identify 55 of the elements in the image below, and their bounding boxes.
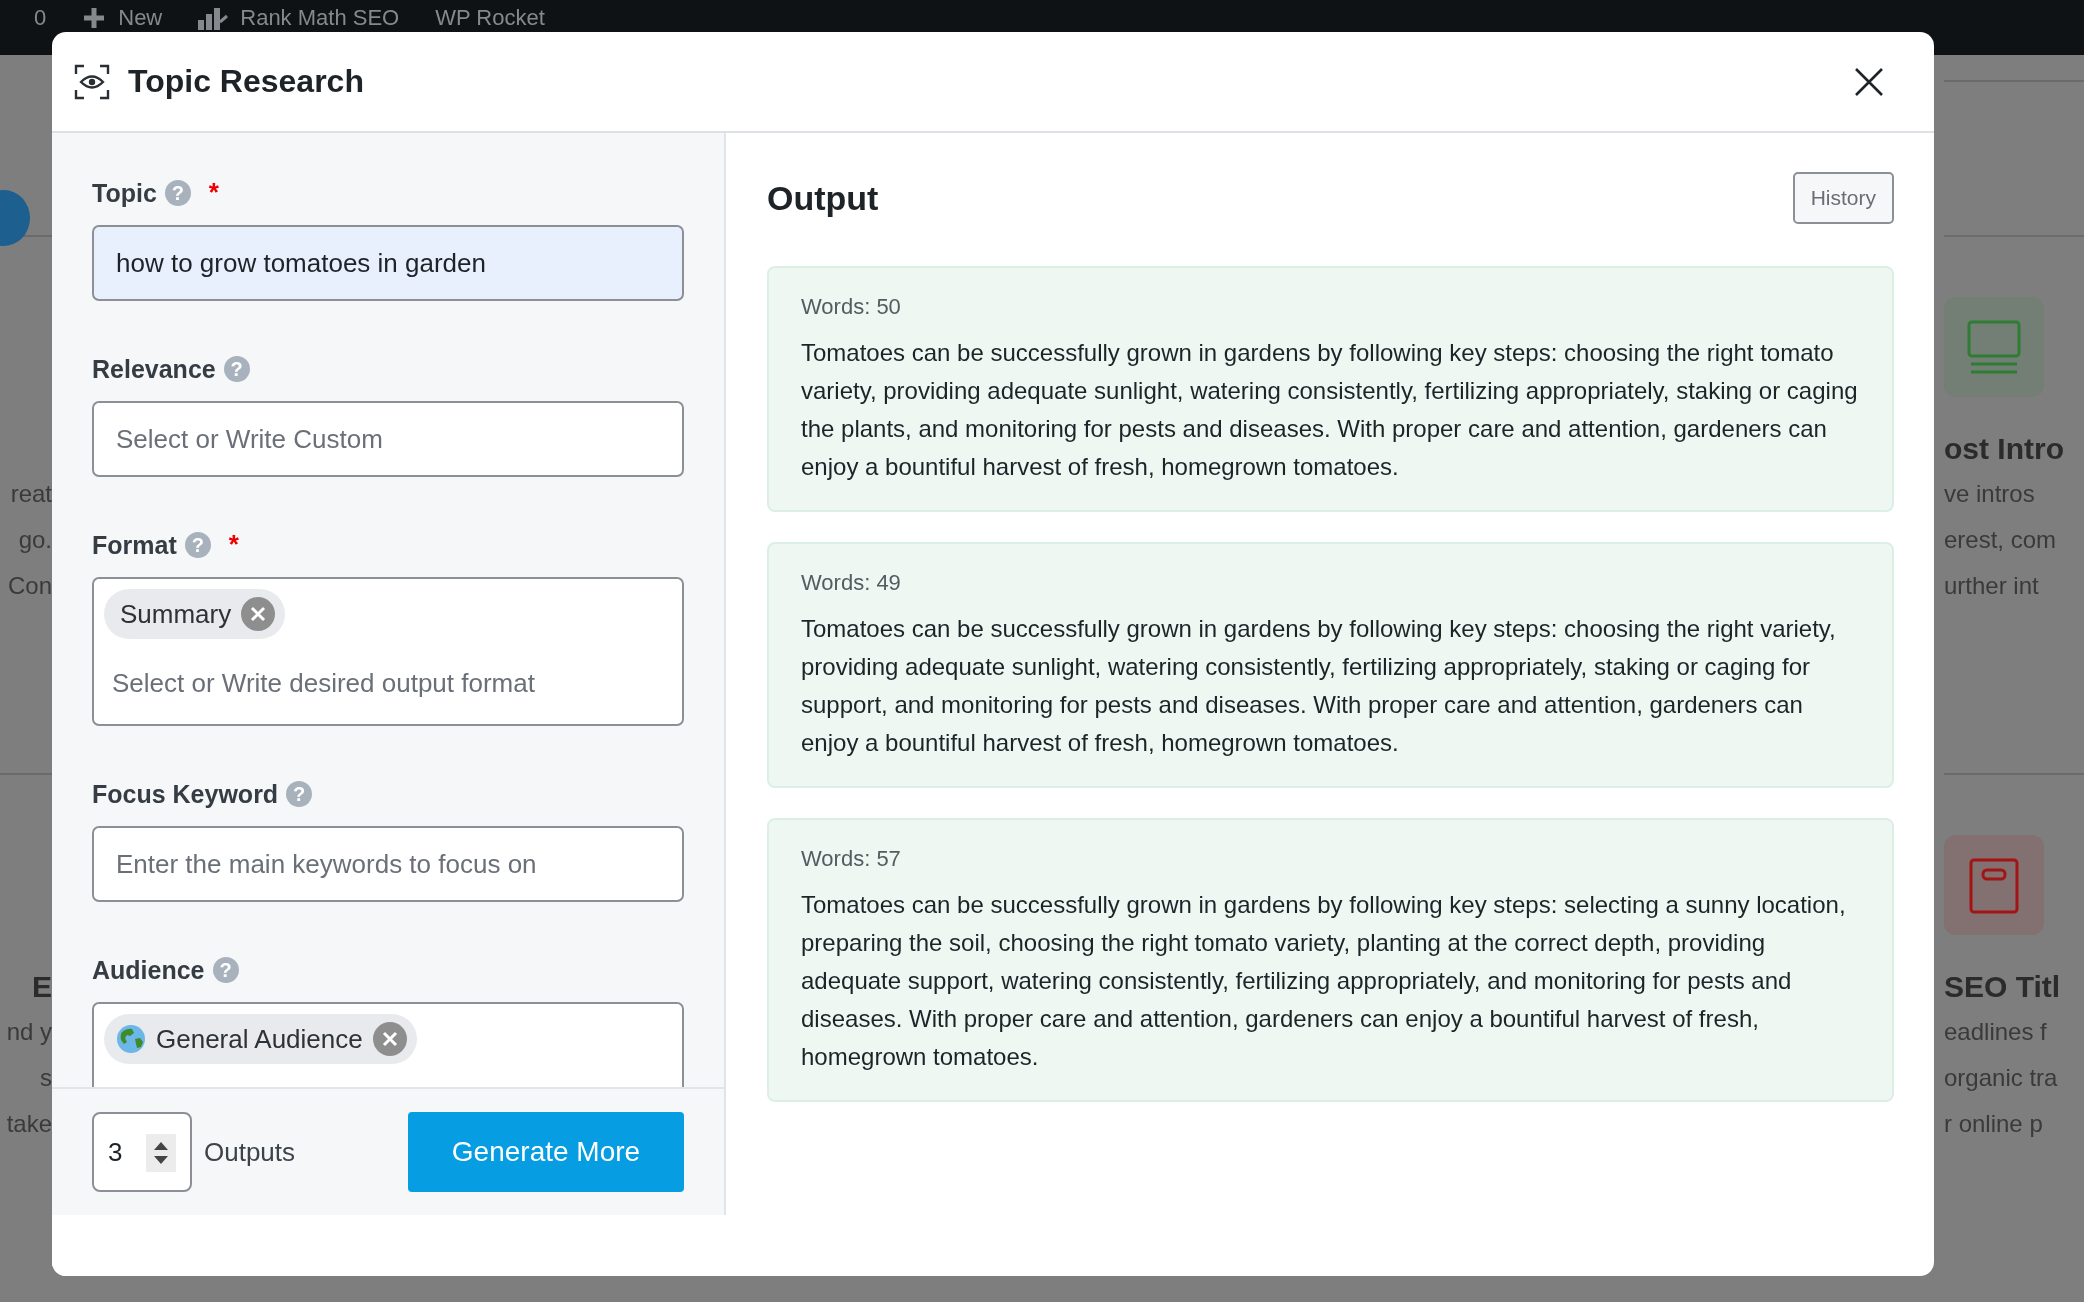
eye-frame-icon xyxy=(74,63,110,100)
tag-field[interactable]: Summary Select or Write desired output format xyxy=(92,577,684,726)
card-title: ost Intro xyxy=(1944,431,2065,467)
card-description: erest, com xyxy=(1944,525,2058,555)
required-mark: * xyxy=(208,182,219,204)
admin-bar-link[interactable]: Rank Math SEO xyxy=(198,5,400,31)
history-button[interactable]: History xyxy=(1792,172,1894,224)
modal-title: Topic Research xyxy=(128,63,365,100)
admin-bar-link[interactable]: New xyxy=(82,5,163,31)
field-label: Audience xyxy=(92,955,205,985)
close-icon xyxy=(381,1031,398,1047)
input-field[interactable]: Select or Write Custom xyxy=(92,401,684,477)
word-count: Words: 50 xyxy=(801,293,902,321)
remove-tag-button[interactable] xyxy=(241,597,276,631)
input-field[interactable]: Enter the main keywords to focus on xyxy=(92,826,684,902)
card-description: go. xyxy=(18,525,52,555)
card-description: nd y xyxy=(6,1017,52,1047)
card-description: ve intros xyxy=(1944,479,2036,509)
close-icon xyxy=(1854,66,1884,97)
output-heading: Output xyxy=(767,178,879,218)
result-text: Tomatoes can be successfully grown in gardens by following key steps: choosing the right tomato variety, providing adequate sunlight, watering consistently, fertilizing appropriately, staking or caging the plants, and monitoring for pests and diseases. With proper care and attention, gardeners can enjoy a bountiful harvest of fresh, homegrown tomatoes. xyxy=(801,338,1859,482)
admin-bar-link[interactable]: WP Rocket xyxy=(435,5,545,31)
tag-field[interactable]: General Audience xyxy=(92,1002,684,1087)
word-count: Words: 49 xyxy=(801,569,902,597)
spinner-icon xyxy=(146,1134,176,1172)
card-description: urther int xyxy=(1944,571,2040,601)
card-title: E xyxy=(32,969,52,1005)
plus-icon xyxy=(82,6,107,30)
word-count: Words: 57 xyxy=(801,845,902,873)
card-description: take xyxy=(6,1109,52,1139)
tag-label: Summary xyxy=(120,598,232,630)
admin-bar-link[interactable]: 0 xyxy=(34,5,47,31)
input-field[interactable]: how to grow tomatoes in garden xyxy=(92,225,684,301)
field-label: Focus Keyword xyxy=(92,779,279,809)
field-label: Relevance xyxy=(92,354,216,384)
tag-input[interactable]: Select or Write desired output format xyxy=(112,663,652,703)
outputs-label: Outputs xyxy=(204,1136,297,1168)
card-description: eadlines f xyxy=(1944,1017,2048,1047)
generate-more-button[interactable]: Generate More xyxy=(408,1112,684,1192)
field-label: Format xyxy=(92,530,177,560)
card-title: SEO Titl xyxy=(1944,969,2062,1005)
bar-chart-icon xyxy=(198,6,229,30)
result-text: Tomatoes can be successfully grown in gardens by following key steps: choosing the right variety, providing adequate sunlight, watering consistently, fertilizing appropriately, staking or caging for support, and monitoring for pests and diseases. With proper care and attention, gardeners can enjoy a bountiful harvest of fresh, homegrown tomatoes. xyxy=(801,614,1837,758)
globe-icon xyxy=(116,1024,146,1054)
result-text: Tomatoes can be successfully grown in gardens by following key steps: selecting a sunny location, preparing the soil, choosing the right tomato variety, planting at the correct depth, providing adequate support, watering consistently, fertilizing appropriately, and monitoring for pests and diseases. With proper care and attention, gardeners can enjoy a bountiful harvest of fresh, homegrown tomatoes. xyxy=(801,890,1847,1072)
card-description: organic tra xyxy=(1944,1063,2059,1093)
card-description: reat xyxy=(10,479,52,509)
card-description: s xyxy=(40,1063,52,1093)
close-icon xyxy=(250,606,267,622)
card-description: Con xyxy=(7,571,52,601)
required-mark: * xyxy=(228,534,239,556)
card-description: r online p xyxy=(1944,1109,2044,1139)
field-label: Topic xyxy=(92,178,157,208)
tag-label: General Audience xyxy=(156,1023,363,1055)
remove-tag-button[interactable] xyxy=(372,1022,407,1056)
